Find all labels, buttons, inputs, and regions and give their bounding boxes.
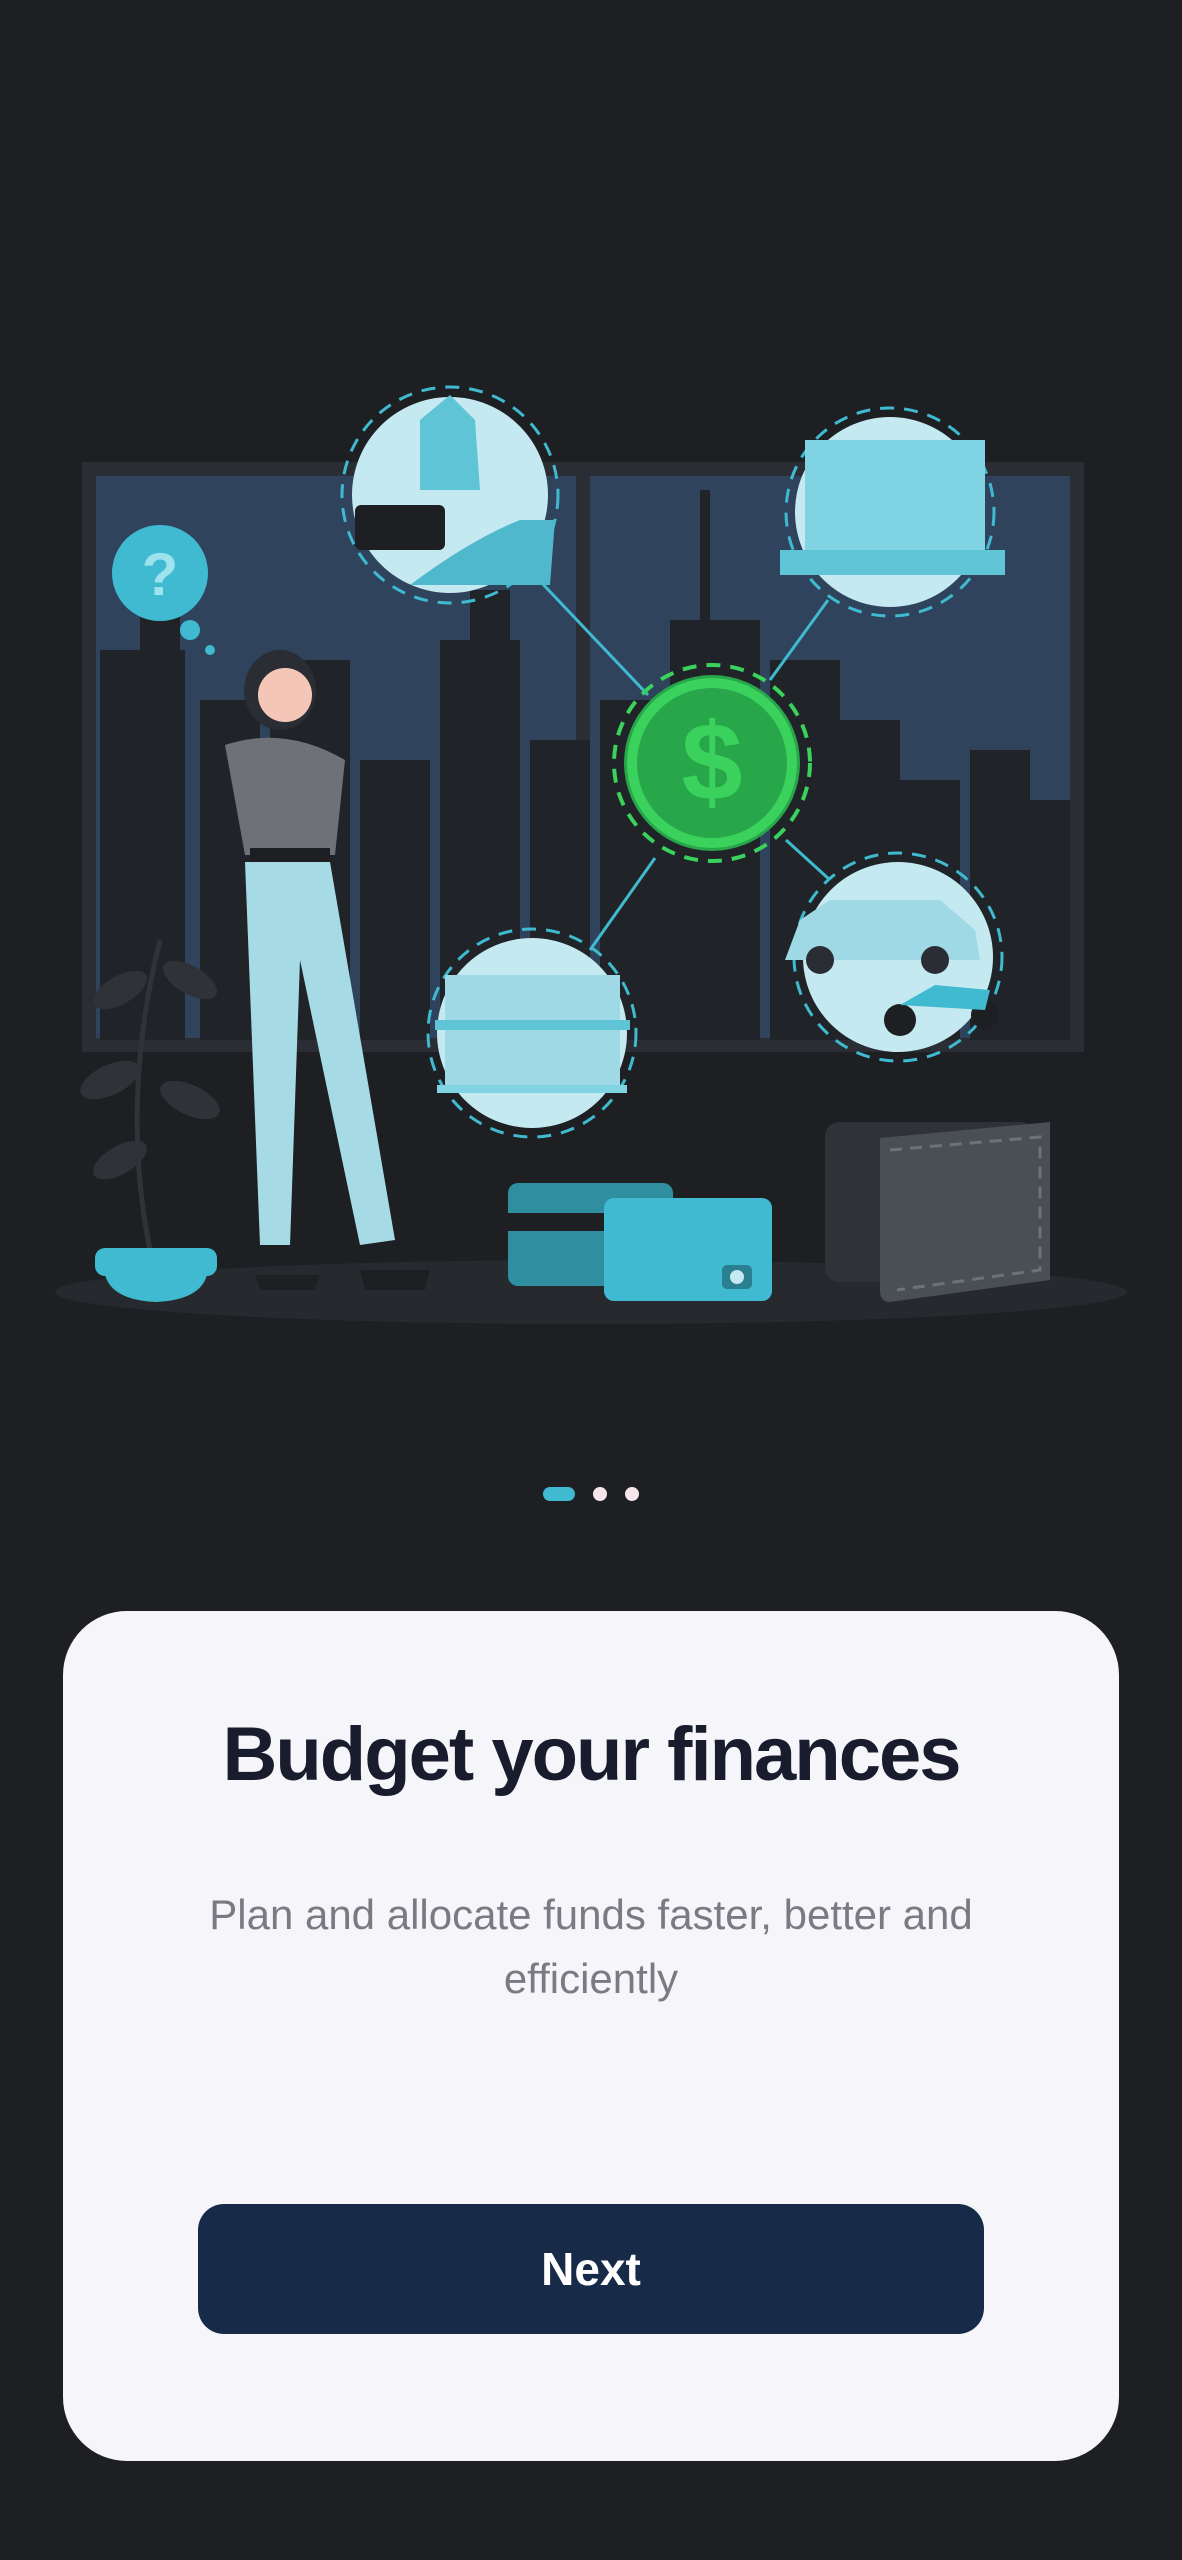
onboarding-card: Budget your finances Plan and allocate f… bbox=[63, 1611, 1119, 2461]
potted-plant bbox=[80, 939, 220, 1302]
question-mark-icon: ? bbox=[142, 541, 179, 608]
onboarding-subtitle: Plan and allocate funds faster, better a… bbox=[209, 1891, 973, 2002]
credit-cards bbox=[508, 1183, 772, 1301]
onboarding-title: Budget your finances bbox=[222, 1712, 962, 1797]
wallet bbox=[825, 1122, 1050, 1302]
next-button[interactable]: Next bbox=[198, 2204, 984, 2334]
page-dot[interactable] bbox=[625, 1487, 639, 1501]
page-dot-active[interactable] bbox=[543, 1487, 575, 1501]
dollar-icon: $ bbox=[681, 701, 742, 824]
page-dot[interactable] bbox=[593, 1487, 607, 1501]
handbag-icon bbox=[355, 505, 445, 550]
motorbike-icon bbox=[884, 1004, 916, 1036]
onboarding-illustration: ? $ bbox=[55, 385, 1127, 1324]
page-indicator bbox=[0, 1484, 1182, 1504]
